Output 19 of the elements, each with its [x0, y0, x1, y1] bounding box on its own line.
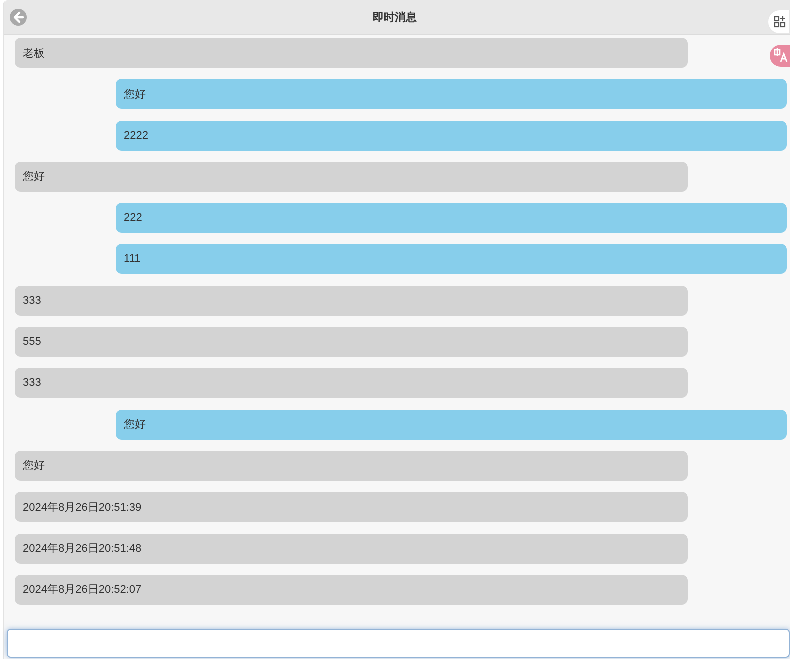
message-bubble: 您好 [15, 162, 688, 192]
message-bubble: 555 [15, 327, 688, 358]
message-bubble: 2024年8月26日20:51:39 [15, 492, 688, 522]
message-bubble: 222 [116, 203, 787, 234]
message-input-field[interactable] [7, 629, 790, 658]
message-bubble: 2024年8月26日20:51:48 [15, 534, 688, 564]
translate-icon[interactable] [770, 45, 790, 67]
message-bubble: 333 [15, 286, 688, 316]
message-bubble: 您好 [116, 410, 787, 440]
message-bubble: 333 [15, 368, 688, 398]
message-bubble: 您好 [15, 450, 688, 481]
back-icon[interactable] [10, 9, 27, 26]
message-bubble: 2222 [116, 120, 787, 151]
message-bubble: 111 [116, 244, 787, 274]
grid-plus-icon[interactable] [768, 10, 790, 34]
message-bubble: 您好 [116, 79, 787, 110]
message-bubble: 老板 [15, 38, 688, 68]
window-title: 即时消息 [373, 10, 417, 24]
message-bubble: 2024年8月26日20:52:07 [15, 574, 688, 605]
